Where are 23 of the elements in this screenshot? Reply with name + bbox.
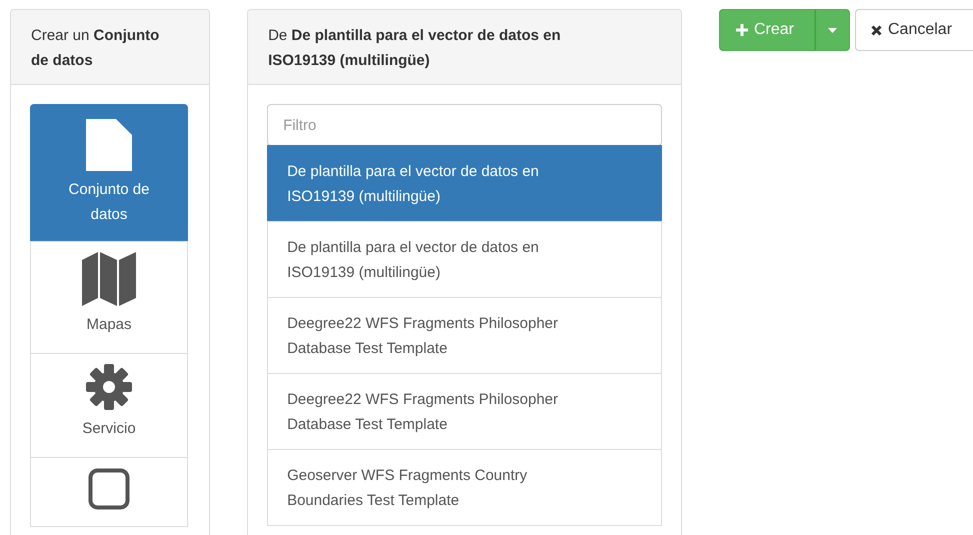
plus-icon [736,24,748,36]
option-label: Conjunto de datos [68,180,150,225]
type-option[interactable]: Mapas [30,241,188,354]
caret-icon [828,28,837,32]
panel-title: Crear un Conjunto de datos [11,10,210,85]
square-icon [88,468,130,510]
close-icon [871,24,882,36]
panel-title: De De plantilla para el vector de datos en ISO19139 (multilingüe) [248,10,681,85]
gear-icon [86,364,132,410]
type-option[interactable]: Servicio [30,353,188,458]
option-label: Servicio [82,419,136,439]
template-item[interactable]: Deegree22 WFS Fragments Philosopher Database Test Template [267,297,662,374]
map-icon [82,252,136,306]
template-item[interactable]: De plantilla para el vector de datos en ISO19139 (multilingüe) [267,145,662,222]
cancel-button[interactable]: Cancelar [855,9,973,51]
file-icon [86,119,132,171]
template-item[interactable]: Geoserver WFS Fragments Country Boundaries Test Template [267,449,662,526]
type-option[interactable] [30,457,188,527]
type-option[interactable]: Conjunto de datos [30,104,188,242]
template-item[interactable]: De plantilla para el vector de datos en ISO19139 (multilingüe) [267,221,662,298]
option-label: Mapas [86,315,132,335]
filter-field[interactable]: Filtro [267,104,662,146]
template-item[interactable]: Deegree22 WFS Fragments Philosopher Database Test Template [267,373,662,450]
